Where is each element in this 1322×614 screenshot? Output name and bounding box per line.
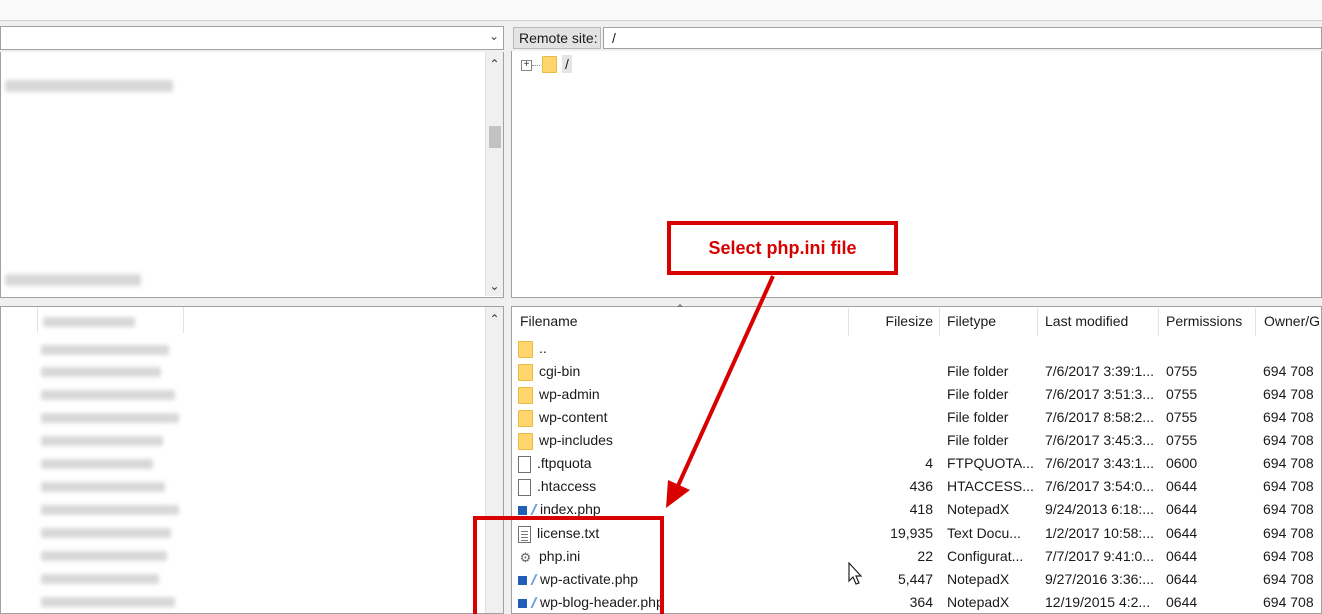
mouse-cursor-icon	[848, 562, 863, 585]
annotation-arrow	[666, 275, 775, 508]
callout-label: Select php.ini file	[667, 221, 898, 275]
